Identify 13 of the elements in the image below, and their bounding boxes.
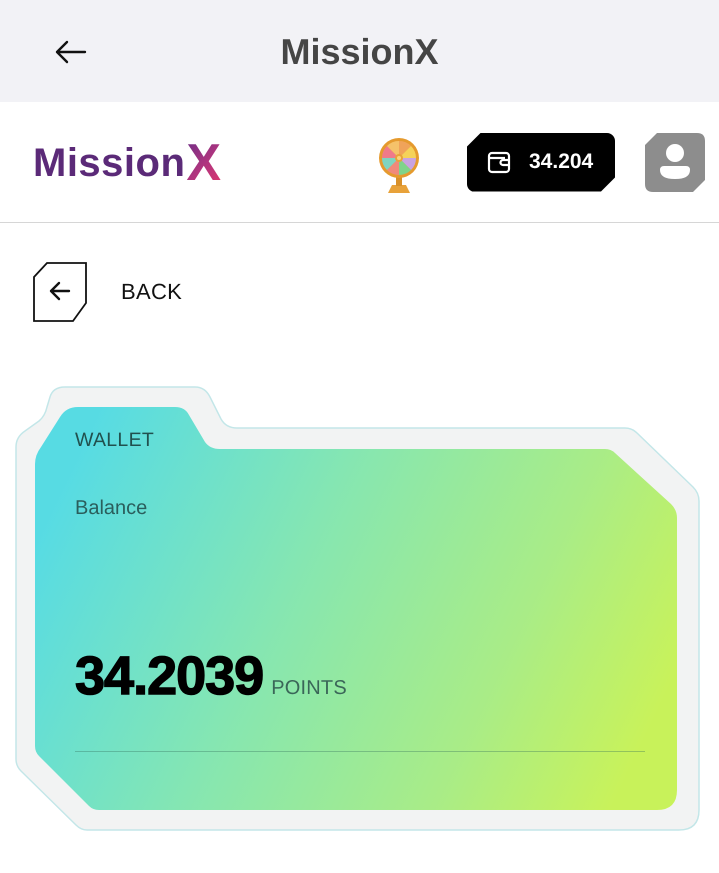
wallet-balance-button[interactable]: 34.204 — [467, 132, 615, 192]
balance-label: Balance — [75, 496, 148, 520]
back-arrow-icon[interactable] — [55, 40, 87, 64]
back-link[interactable]: BACK — [33, 262, 182, 322]
user-avatar-icon[interactable] — [645, 132, 705, 192]
wallet-tab-label: WALLET — [75, 428, 154, 452]
balance-amount: 34.2039 — [75, 646, 264, 706]
app-title: MissionX — [280, 30, 439, 74]
points-unit: POINTS — [271, 677, 347, 700]
prize-wheel-icon[interactable] — [378, 136, 420, 194]
brand-logo[interactable]: MissionX — [33, 137, 222, 189]
back-arrow-icon — [33, 262, 88, 322]
wallet-icon — [487, 149, 512, 175]
